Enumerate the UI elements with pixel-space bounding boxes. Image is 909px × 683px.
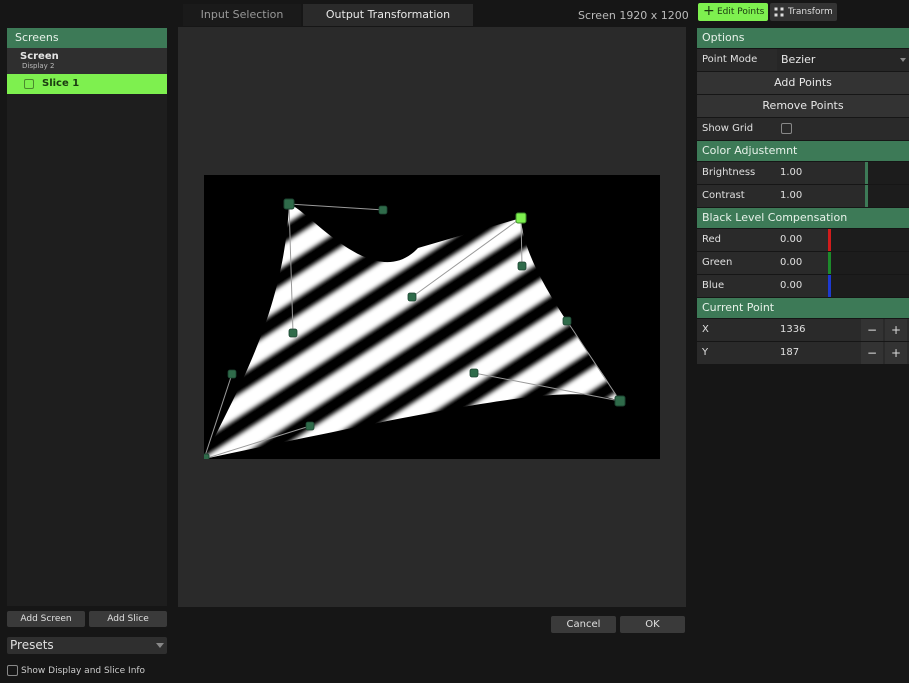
green-row: Green 0.00 (697, 252, 909, 274)
red-track[interactable] (831, 229, 909, 251)
screens-header: Screens (7, 28, 167, 48)
transform-button[interactable]: Transform (770, 3, 837, 21)
show-grid-checkbox[interactable] (781, 123, 792, 134)
options-header: Options (697, 28, 909, 48)
point-x-row: X 1336 − + (697, 319, 909, 341)
remove-points-button[interactable]: Remove Points (697, 95, 909, 117)
show-info-toggle[interactable]: Show Display and Slice Info (7, 665, 145, 676)
control-handle[interactable] (305, 421, 315, 431)
blue-row: Blue 0.00 (697, 275, 909, 297)
point-mode-label: Point Mode (702, 54, 758, 65)
chevron-down-icon (900, 58, 906, 62)
brightness-row: Brightness 1.00 (697, 162, 909, 184)
show-grid-label: Show Grid (702, 123, 754, 134)
red-row: Red 0.00 (697, 229, 909, 251)
transform-icon (774, 7, 784, 17)
black-level-header: Black Level Compensation (697, 208, 909, 228)
screens-panel: Screens Screen Display 2 Slice 1 (7, 28, 167, 606)
green-value[interactable]: 0.00 (780, 252, 802, 274)
edit-points-button[interactable]: + Edit Points (698, 3, 768, 21)
brightness-value[interactable]: 1.00 (780, 162, 802, 184)
point-mode-value: Bezier (781, 53, 816, 66)
screen-display: Display 2 (22, 62, 55, 70)
control-handle[interactable] (407, 292, 417, 302)
green-label: Green (702, 257, 733, 268)
point-mode-row: Point Mode Bezier (697, 49, 909, 71)
contrast-value[interactable]: 1.00 (780, 185, 802, 207)
control-handle[interactable] (227, 369, 237, 379)
corner-point[interactable] (198, 453, 210, 465)
screen-list-item[interactable]: Screen Display 2 (7, 48, 167, 74)
properties-panel: Options Point Mode Bezier Add Points Rem… (697, 28, 909, 365)
control-handle[interactable] (288, 328, 298, 338)
x-increment-button[interactable]: + (885, 319, 907, 341)
slice-checkbox[interactable] (24, 79, 34, 89)
point-y-label: Y (702, 347, 709, 358)
plus-icon: + (703, 3, 715, 19)
contrast-row: Contrast 1.00 (697, 185, 909, 207)
blue-value[interactable]: 0.00 (780, 275, 802, 297)
transform-label: Transform (788, 7, 833, 17)
tab-output-transformation[interactable]: Output Transformation (303, 4, 473, 26)
blue-track[interactable] (831, 275, 909, 297)
point-y-value[interactable]: 187 (780, 342, 799, 364)
screen-name: Screen (20, 51, 59, 62)
slice-list-item[interactable]: Slice 1 (7, 74, 167, 94)
show-grid-row: Show Grid (697, 118, 909, 140)
presets-label: Presets (10, 638, 54, 652)
y-increment-button[interactable]: + (885, 342, 907, 364)
add-points-button[interactable]: Add Points (697, 72, 909, 94)
corner-point[interactable] (614, 395, 626, 407)
y-decrement-button[interactable]: − (861, 342, 883, 364)
point-x-label: X (702, 324, 709, 335)
presets-dropdown[interactable]: Presets (7, 637, 167, 654)
point-y-row: Y 187 − + (697, 342, 909, 364)
current-point-header: Current Point (697, 298, 909, 318)
slice-label: Slice 1 (42, 78, 80, 89)
show-info-checkbox[interactable] (7, 665, 18, 676)
show-info-label: Show Display and Slice Info (21, 666, 146, 676)
cancel-button[interactable]: Cancel (551, 616, 616, 633)
control-handle[interactable] (378, 205, 388, 215)
blue-label: Blue (702, 280, 725, 291)
control-handle[interactable] (562, 316, 572, 326)
chevron-down-icon (156, 643, 164, 648)
control-handle[interactable] (517, 261, 527, 271)
point-mode-select[interactable]: Bezier (777, 49, 909, 71)
ok-button[interactable]: OK (620, 616, 685, 633)
red-value[interactable]: 0.00 (780, 229, 802, 251)
tab-input-selection[interactable]: Input Selection (183, 4, 301, 26)
color-adjustment-header: Color Adjustemnt (697, 141, 909, 161)
red-label: Red (702, 234, 721, 245)
edit-points-label: Edit Points (717, 7, 765, 17)
x-decrement-button[interactable]: − (861, 319, 883, 341)
add-screen-button[interactable]: Add Screen (7, 611, 85, 627)
add-slice-button[interactable]: Add Slice (89, 611, 167, 627)
output-preview[interactable] (198, 175, 660, 465)
selected-corner-point[interactable] (515, 212, 527, 224)
point-x-value[interactable]: 1336 (780, 319, 805, 341)
green-track[interactable] (831, 252, 909, 274)
contrast-track[interactable] (868, 185, 909, 207)
screen-resolution: Screen 1920 x 1200 (578, 9, 689, 22)
corner-point[interactable] (283, 198, 295, 210)
control-handle[interactable] (469, 368, 479, 378)
contrast-label: Contrast (702, 190, 745, 201)
warped-slice-preview[interactable] (198, 175, 660, 465)
brightness-track[interactable] (868, 162, 909, 184)
brightness-label: Brightness (702, 167, 756, 178)
